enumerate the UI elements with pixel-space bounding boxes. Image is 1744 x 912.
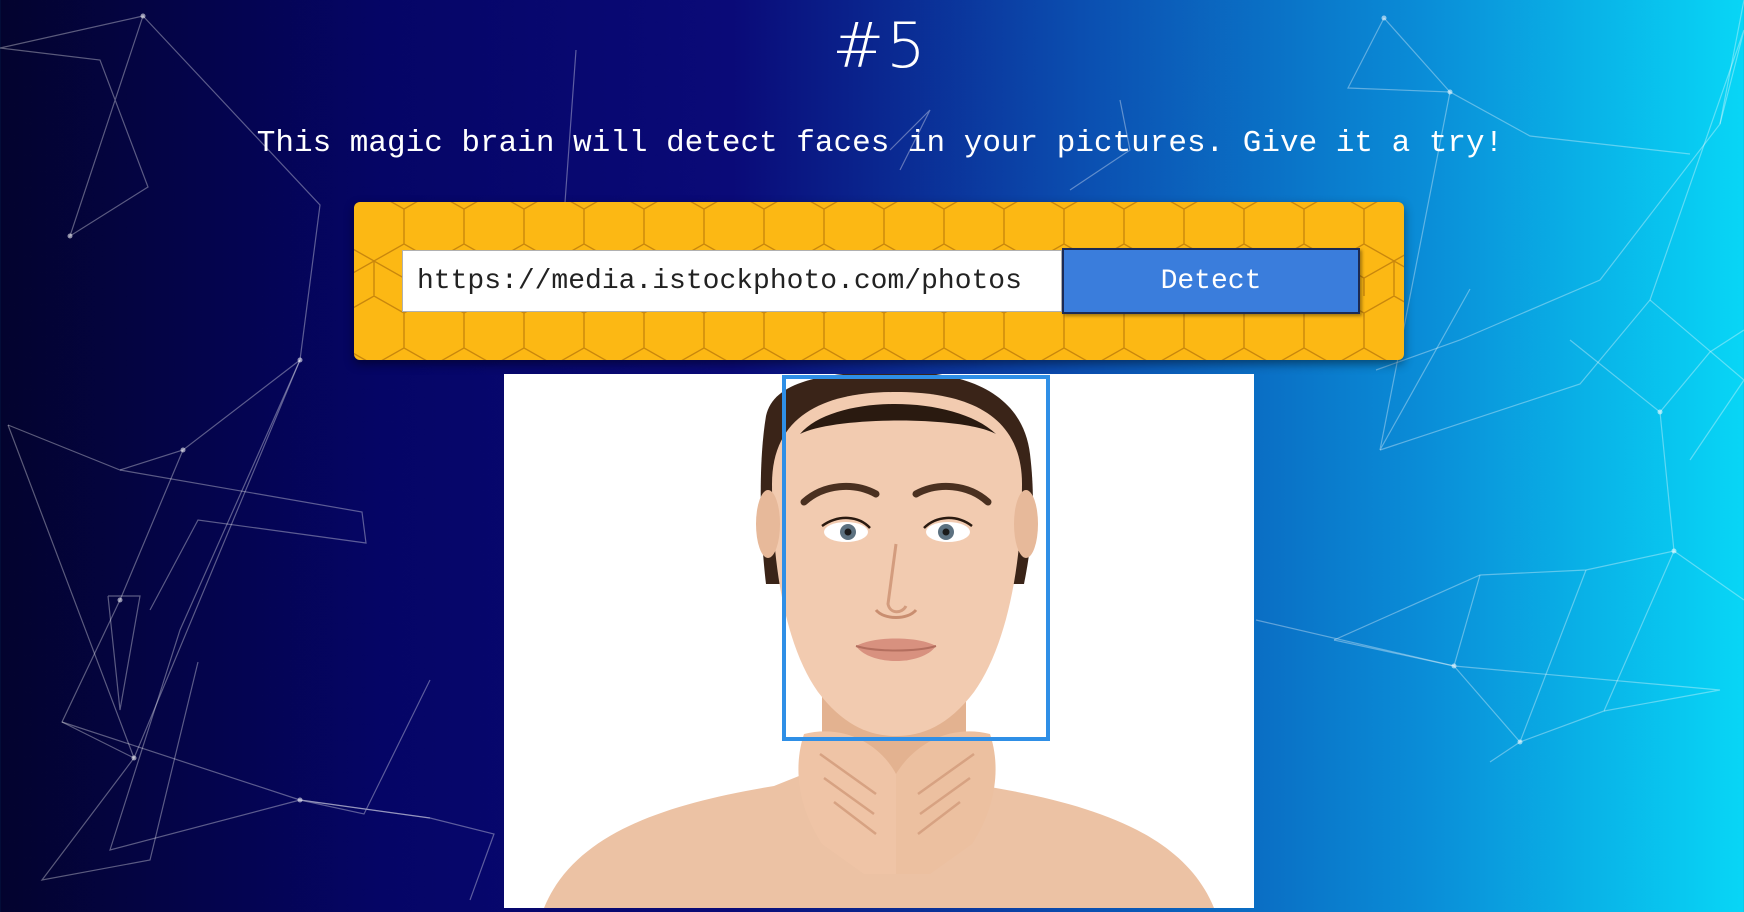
rank-display: #5 — [832, 9, 928, 82]
image-link-form: Detect — [354, 202, 1404, 360]
image-url-input[interactable] — [402, 250, 1062, 312]
detect-button[interactable]: Detect — [1062, 248, 1360, 314]
face-bounding-box — [782, 375, 1050, 741]
tagline-text: This magic brain will detect faces in yo… — [256, 126, 1504, 161]
result-image — [504, 374, 1254, 908]
